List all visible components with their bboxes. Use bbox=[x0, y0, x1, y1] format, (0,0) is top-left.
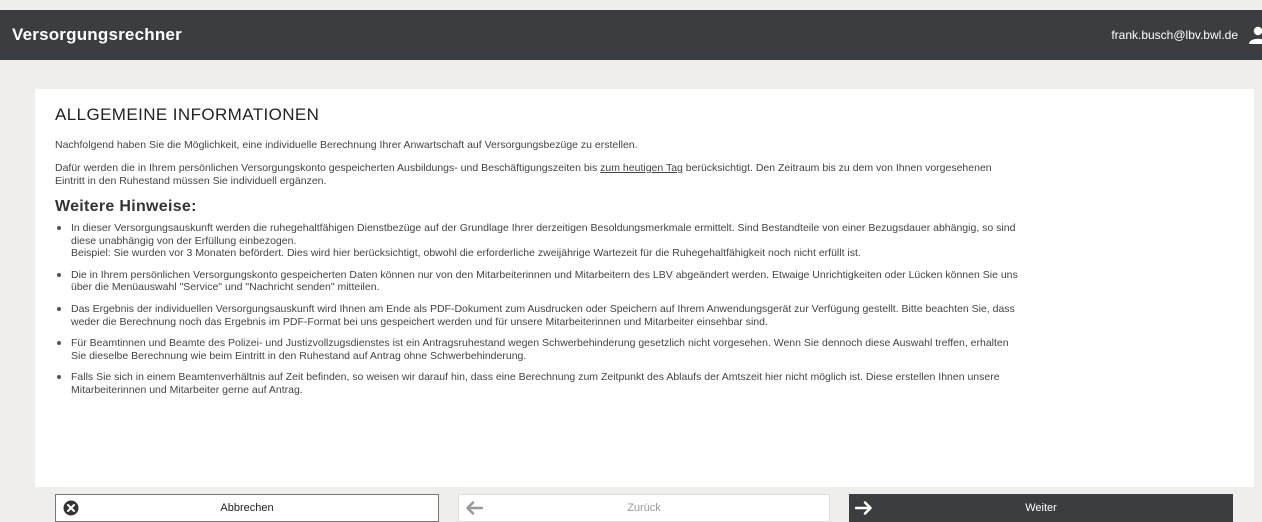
user-email[interactable]: frank.busch@lbv.bwl.de bbox=[1111, 28, 1238, 42]
hint-example-text: Beispiel: Sie wurden vor 3 Monaten beför… bbox=[71, 247, 861, 260]
hints-list: In dieser Versorgungsauskunft werden die… bbox=[55, 222, 1234, 397]
hint-item: Das Ergebnis der individuellen Versorgun… bbox=[55, 303, 1021, 328]
period-text-start: Dafür werden die in Ihrem persönlichen V… bbox=[55, 162, 601, 174]
user-area[interactable]: frank.busch@lbv.bwl.de bbox=[1111, 26, 1262, 44]
bullet-icon bbox=[57, 375, 61, 380]
hint-text: Für Beamtinnen und Beamte des Polizei- u… bbox=[71, 337, 1009, 362]
bullet-icon bbox=[57, 272, 61, 277]
info-card: ALLGEMEINE INFORMATIONEN Nachfolgend hab… bbox=[35, 89, 1254, 487]
hint-text: Falls Sie sich in einem Beamtenverhältni… bbox=[71, 371, 1000, 396]
next-button[interactable]: Weiter bbox=[849, 494, 1233, 522]
hint-item: Für Beamtinnen und Beamte des Polizei- u… bbox=[55, 337, 1021, 362]
hint-item: In dieser Versorgungsauskunft werden die… bbox=[55, 222, 1021, 260]
page-title: ALLGEMEINE INFORMATIONEN bbox=[55, 105, 320, 124]
next-label: Weiter bbox=[1025, 502, 1057, 514]
app-header: Versorgungsrechner frank.busch@lbv.bwl.d… bbox=[0, 10, 1262, 60]
bullet-icon bbox=[57, 306, 61, 311]
cancel-label: Abbrechen bbox=[220, 502, 274, 514]
period-text: Dafür werden die in Ihrem persönlichen V… bbox=[55, 162, 995, 188]
back-button[interactable]: Zurück bbox=[458, 494, 830, 522]
arrow-right-icon bbox=[849, 501, 879, 515]
user-icon[interactable] bbox=[1248, 26, 1262, 44]
close-circle-icon bbox=[56, 500, 86, 516]
hint-item: Falls Sie sich in einem Beamtenverhältni… bbox=[55, 371, 1021, 396]
intro-text: Nachfolgend haben Sie die Möglichkeit, e… bbox=[55, 139, 638, 151]
hint-text: In dieser Versorgungsauskunft werden die… bbox=[71, 222, 1016, 247]
hint-item: Die in Ihrem persönlichen Versorgungskon… bbox=[55, 269, 1021, 294]
hint-text: Das Ergebnis der individuellen Versorgun… bbox=[71, 302, 1015, 328]
hint-text: Die in Ihrem persönlichen Versorgungskon… bbox=[71, 268, 1018, 294]
arrow-left-icon bbox=[459, 501, 489, 515]
today-link[interactable]: zum heutigen Tag bbox=[600, 162, 683, 174]
bullet-icon bbox=[57, 341, 61, 346]
cancel-button[interactable]: Abbrechen bbox=[55, 494, 439, 522]
button-bar: Abbrechen Zurück Weiter bbox=[55, 494, 1235, 522]
app-title: Versorgungsrechner bbox=[12, 25, 182, 44]
hints-title: Weitere Hinweise: bbox=[55, 198, 197, 215]
bullet-icon bbox=[57, 226, 61, 230]
back-label: Zurück bbox=[627, 502, 661, 514]
